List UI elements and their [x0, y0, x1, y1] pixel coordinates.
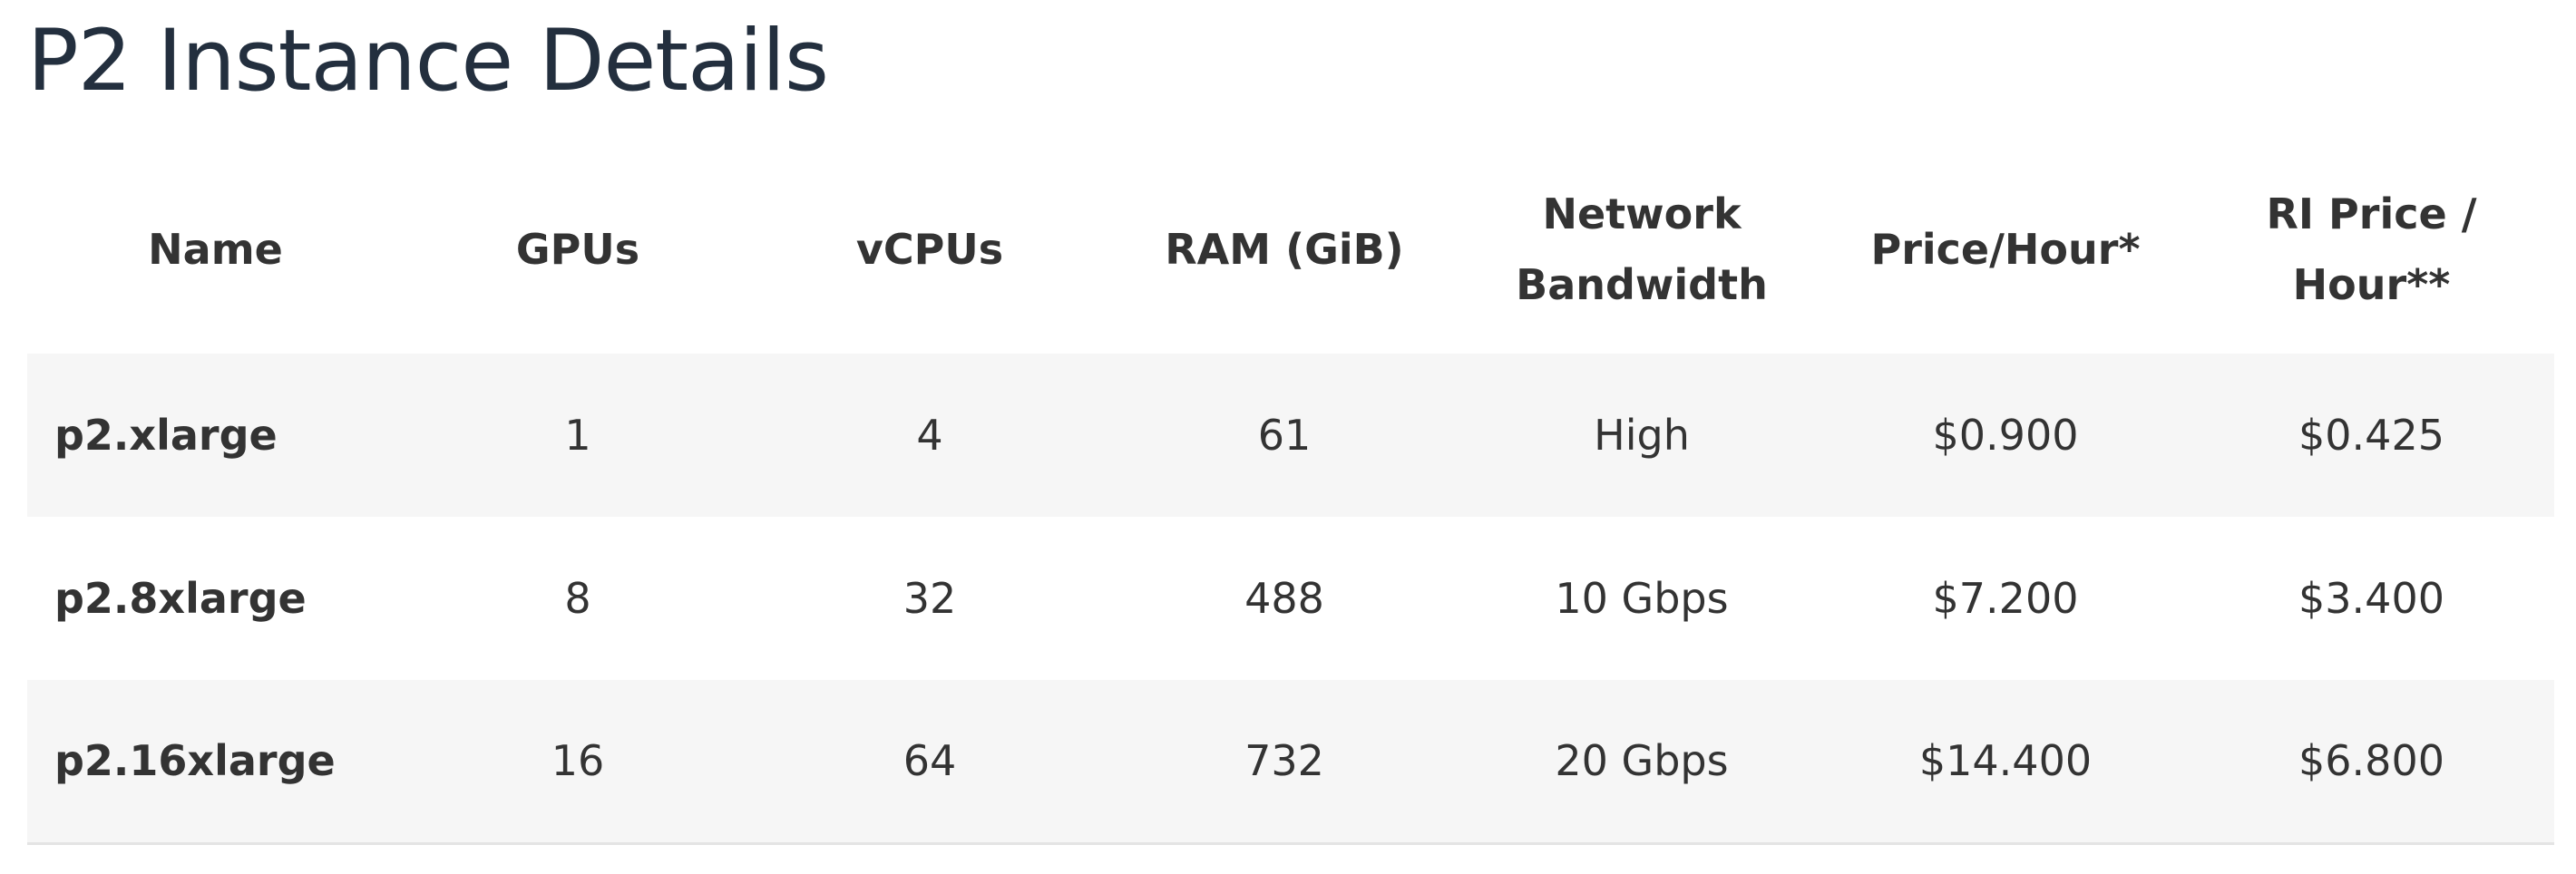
- cell-vcpus: 4: [916, 411, 943, 460]
- header-row: Name GPUs vCPUs RAM (GiB) Network Bandwid…: [27, 145, 2554, 354]
- cell-network: 20 Gbps: [1461, 680, 1822, 845]
- cell-price: $7.200: [1932, 574, 2079, 623]
- page-title: P2 Instance Details: [27, 12, 829, 111]
- table-row: p2.xlarge 1 4 61 High $0.900 $0.425: [27, 354, 2554, 517]
- cell-gpus: 8: [564, 574, 591, 623]
- cell-ri-price: $6.800: [2189, 680, 2554, 845]
- header-gpus: GPUs: [515, 225, 640, 274]
- cell-vcpus: 32: [903, 574, 957, 623]
- table-row: p2.16xlarge 16 64 732 20 Gbps $14.400 $6…: [27, 680, 2554, 845]
- cell-network: High: [1594, 411, 1690, 460]
- cell-ri-price: $3.400: [2298, 574, 2444, 623]
- cell-ram: 488: [1244, 574, 1324, 623]
- header-price-hour: Price/Hour*: [1870, 225, 2141, 274]
- header-ri-price-hour: RI Price / Hour**: [2189, 145, 2554, 354]
- table-row: p2.8xlarge 8 32 488 10 Gbps $7.200 $3.40…: [27, 517, 2554, 680]
- cell-price: $14.400: [1822, 680, 2189, 845]
- instance-details-table: Name GPUs vCPUs RAM (GiB) Network Bandwid…: [27, 145, 2554, 845]
- cell-price: $0.900: [1932, 411, 2079, 460]
- cell-name: p2.8xlarge: [54, 574, 307, 623]
- cell-ram: 61: [1257, 411, 1312, 460]
- cell-network: 10 Gbps: [1555, 574, 1729, 623]
- cell-ri-price: $0.425: [2298, 411, 2444, 460]
- table-header: Name GPUs vCPUs RAM (GiB) Network Bandwid…: [27, 145, 2554, 354]
- header-name: Name: [148, 225, 283, 274]
- table-body: p2.xlarge 1 4 61 High $0.900 $0.425 p2.8…: [27, 354, 2554, 845]
- cell-name: p2.xlarge: [54, 411, 278, 460]
- cell-vcpus: 64: [752, 680, 1107, 845]
- cell-gpus: 16: [404, 680, 752, 845]
- header-ri-line1: RI Price /: [2266, 189, 2477, 238]
- header-network-bandwidth: Network Bandwidth: [1461, 145, 1822, 354]
- header-vcpus: vCPUs: [855, 225, 1004, 274]
- cell-ram: 732: [1107, 680, 1461, 845]
- header-network-line1: Network: [1542, 189, 1742, 238]
- header-ri-line2: Hour**: [2292, 260, 2451, 309]
- cell-name: p2.16xlarge: [27, 680, 404, 845]
- cell-gpus: 1: [564, 411, 591, 460]
- header-network-line2: Bandwidth: [1516, 260, 1768, 309]
- header-ram: RAM (GiB): [1165, 225, 1404, 274]
